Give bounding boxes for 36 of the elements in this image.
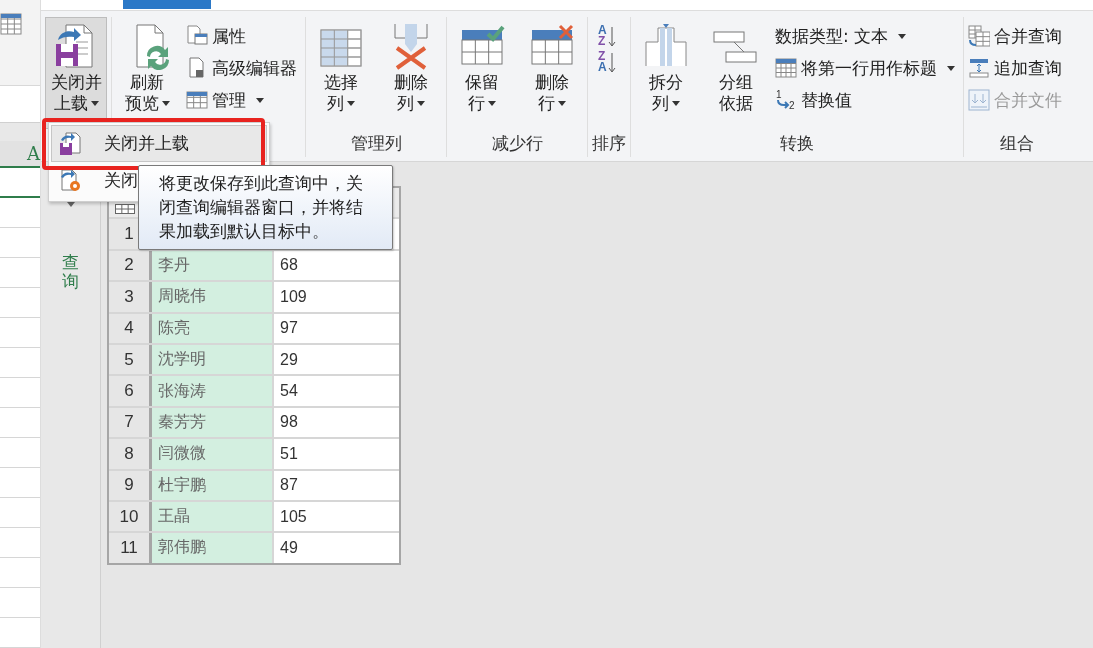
table-cell: 68 [274,250,399,281]
table-cell: 51 [274,439,399,469]
row-number: 5 [109,344,152,375]
row-number: 9 [109,470,152,500]
row-number: 7 [109,407,152,438]
table-cell: 沈学明 [152,344,274,375]
table-cell: 秦芳芳 [152,407,274,438]
row-number: 10 [109,501,152,532]
table-cell: 29 [274,344,399,375]
table-cell: 98 [274,407,399,438]
tooltip: 将更改保存到此查询中，关闭查询编辑器窗口，并将结果加载到默认目标中。 [138,165,393,250]
table-cell: 王晶 [152,501,274,532]
group-label: 减少行 [490,132,544,155]
table-cell: 杜宇鹏 [152,470,274,500]
table-cell: 李丹 [152,250,274,281]
table-cell: 97 [274,313,399,343]
row-number: 11 [109,533,152,563]
table-cell: 109 [274,282,399,312]
table-cell: 张海涛 [152,376,274,406]
row-number: 4 [109,313,152,343]
group-label: 排序 [592,132,626,155]
group-label: 组合 [999,132,1035,155]
table-cell: 郭伟鹏 [152,533,274,563]
group-label: 管理列 [349,132,403,155]
table-cell: 54 [274,376,399,406]
group-label: 转换 [779,132,815,155]
row-number: 8 [109,439,152,469]
table-cell: 49 [274,533,399,563]
table-cell: 闫微微 [152,439,274,469]
row-number: 6 [109,376,152,406]
table-cell: 105 [274,501,399,532]
row-number: 2 [109,250,152,281]
table-cell: 87 [274,470,399,500]
table-cell: 陈亮 [152,313,274,343]
table-cell: 周晓伟 [152,282,274,312]
row-number: 3 [109,282,152,312]
